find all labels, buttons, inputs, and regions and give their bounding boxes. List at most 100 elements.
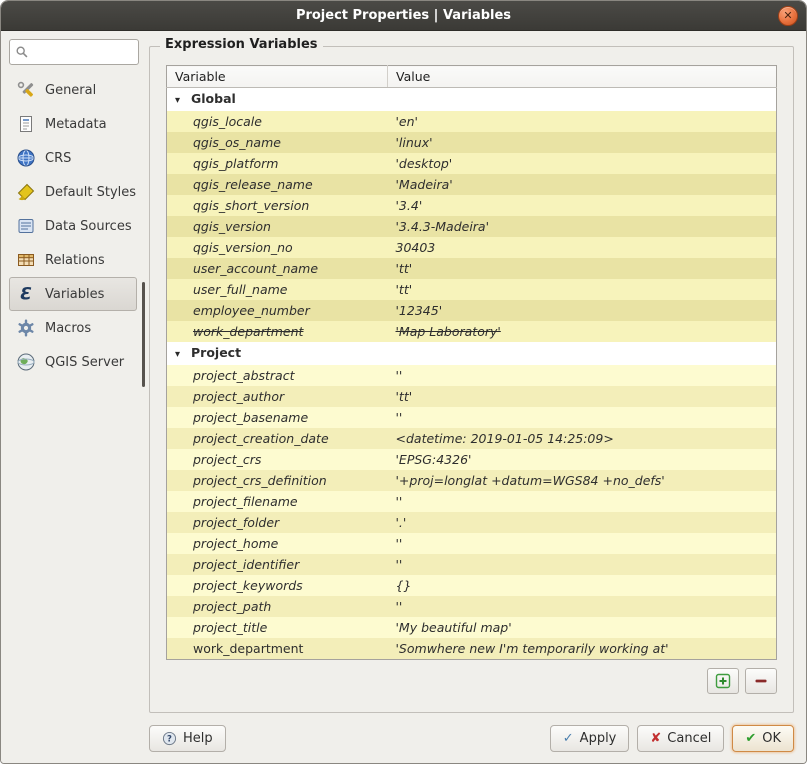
variable-name: project_home: [175, 535, 380, 552]
sidebar-item-label: Variables: [45, 287, 104, 302]
variable-row-project_folder[interactable]: project_folder '.': [167, 512, 777, 533]
sidebar-item-relations[interactable]: Relations: [9, 243, 137, 277]
variable-name: qgis_locale: [175, 113, 380, 130]
sidebar-item-macros[interactable]: Macros: [9, 311, 137, 345]
sidebar-item-general[interactable]: General: [9, 73, 137, 107]
variable-row-project_home[interactable]: project_home'': [167, 533, 777, 554]
variable-value: <datetime: 2019-01-05 14:25:09>: [396, 430, 769, 447]
variable-value: '+proj=longlat +datum=WGS84 +no_defs': [396, 472, 769, 489]
variable-row-qgis_version_no[interactable]: qgis_version_no 30403: [167, 237, 777, 258]
variable-name: work_department: [175, 640, 380, 657]
variable-value: 30403: [396, 239, 769, 256]
sidebar-item-label: QGIS Server: [45, 355, 124, 370]
variable-value: '3.4': [396, 197, 769, 214]
variable-value: 'EPSG:4326': [396, 451, 769, 468]
variable-row-qgis_version[interactable]: qgis_version'3.4.3-Madeira': [167, 216, 777, 237]
variable-value: '.': [396, 514, 769, 531]
variable-name: project_basename: [175, 409, 380, 426]
variable-name: project_identifier: [175, 556, 380, 573]
variable-value: 'en': [396, 113, 769, 130]
variable-name: project_crs: [175, 451, 380, 468]
variable-row-project_crs[interactable]: project_crs 'EPSG:4326': [167, 449, 777, 470]
variable-row-employee_number[interactable]: employee_number'12345': [167, 300, 777, 321]
remove-variable-button[interactable]: [745, 668, 777, 694]
variable-row-project_identifier[interactable]: project_identifier '': [167, 554, 777, 575]
sidebar-scrollbar[interactable]: [142, 282, 145, 387]
apply-check-icon: ✓: [563, 732, 574, 745]
variable-value: '': [396, 556, 769, 573]
sidebar-item-metadata[interactable]: Metadata: [9, 107, 137, 141]
close-button[interactable]: ✕: [778, 6, 798, 26]
variable-name: employee_number: [175, 302, 380, 319]
variable-row-project_title[interactable]: project_title'My beautiful map': [167, 617, 777, 638]
globe-icon: [16, 148, 36, 168]
variable-row-project_basename[interactable]: project_basename'': [167, 407, 777, 428]
plus-icon: [715, 673, 731, 689]
cancel-button[interactable]: ✘ Cancel: [637, 725, 724, 752]
apply-button[interactable]: ✓ Apply: [550, 725, 630, 752]
collapse-triangle-icon[interactable]: ▾: [175, 346, 191, 363]
variable-row-qgis_locale[interactable]: qgis_locale 'en': [167, 111, 777, 132]
column-header-value[interactable]: Value: [388, 66, 777, 88]
wrench-icon: [16, 80, 36, 100]
sidebar-item-label: Relations: [45, 253, 105, 268]
variable-value: '': [396, 598, 769, 615]
add-variable-button[interactable]: [707, 668, 739, 694]
group-row-project[interactable]: ▾Project: [167, 342, 777, 365]
sidebar-item-label: Default Styles: [45, 185, 136, 200]
sidebar-item-label: Macros: [45, 321, 91, 336]
sidebar: General Metadata CRS Default Styles Data Sou…: [7, 37, 139, 753]
variable-row-user_account_name[interactable]: user_account_name'tt': [167, 258, 777, 279]
variable-name: qgis_os_name: [175, 134, 380, 151]
variable-row-qgis_platform[interactable]: qgis_platform'desktop': [167, 153, 777, 174]
gear-icon: [16, 318, 36, 338]
group-row-global[interactable]: ▾Global: [167, 88, 777, 112]
main-panel: Expression Variables Variable Value ▾Glo…: [149, 37, 794, 753]
svg-text:?: ?: [167, 733, 172, 743]
page-title: Expression Variables: [160, 37, 323, 52]
variable-value: 'Map Laboratory': [396, 323, 769, 340]
variable-name: project_crs_definition: [175, 472, 380, 489]
help-button[interactable]: ? Help: [149, 725, 226, 752]
variable-name: project_abstract: [175, 367, 380, 384]
variable-row-project_keywords[interactable]: project_keywords{}: [167, 575, 777, 596]
variable-name: project_folder: [175, 514, 380, 531]
sidebar-item-label: Metadata: [45, 117, 107, 132]
variable-name: qgis_platform: [175, 155, 380, 172]
variable-row-project_crs_definition[interactable]: project_crs_definition '+proj=longlat +da…: [167, 470, 777, 491]
variable-row-project_abstract[interactable]: project_abstract '': [167, 365, 777, 386]
variable-name: qgis_version: [175, 218, 380, 235]
table-header-row: Variable Value: [167, 66, 777, 88]
variable-row-project_filename[interactable]: project_filename'': [167, 491, 777, 512]
column-header-variable[interactable]: Variable: [167, 66, 388, 88]
variable-row-qgis_release_name[interactable]: qgis_release_name'Madeira': [167, 174, 777, 195]
variable-value: '': [396, 367, 769, 384]
relations-icon: [16, 250, 36, 270]
collapse-triangle-icon[interactable]: ▾: [175, 92, 191, 109]
window-title: Project Properties | Variables: [296, 8, 511, 23]
ok-button[interactable]: ✔ OK: [732, 725, 794, 752]
help-button-label: Help: [183, 731, 213, 746]
variable-row-work_department[interactable]: work_department'Map Laboratory': [167, 321, 777, 342]
variable-row-project_path[interactable]: project_path'': [167, 596, 777, 617]
variable-row-qgis_os_name[interactable]: qgis_os_name 'linux': [167, 132, 777, 153]
variable-row-project_author[interactable]: project_author'tt': [167, 386, 777, 407]
metadata-icon: [16, 114, 36, 134]
variable-row-qgis_short_version[interactable]: qgis_short_version'3.4': [167, 195, 777, 216]
sidebar-item-crs[interactable]: CRS: [9, 141, 137, 175]
variable-row-user_full_name[interactable]: user_full_name'tt': [167, 279, 777, 300]
sidebar-item-default-styles[interactable]: Default Styles: [9, 175, 137, 209]
group-name: Project: [191, 345, 241, 360]
variable-name: qgis_release_name: [175, 176, 380, 193]
sidebar-item-variables[interactable]: ƐVariables: [9, 277, 137, 311]
server-globe-icon: [16, 352, 36, 372]
variable-row-project_creation_date[interactable]: project_creation_date<datetime: 2019-01-…: [167, 428, 777, 449]
variable-value: 'linux': [396, 134, 769, 151]
variable-row-work_department[interactable]: work_department'Somwhere new I'm tempora…: [167, 638, 777, 660]
cancel-button-label: Cancel: [667, 731, 711, 746]
sidebar-item-data-sources[interactable]: Data Sources: [9, 209, 137, 243]
variable-name: qgis_version_no: [175, 239, 380, 256]
sidebar-item-qgis-server[interactable]: QGIS Server: [9, 345, 137, 379]
ok-check-icon: ✔: [745, 732, 756, 745]
minus-icon: [753, 673, 769, 689]
